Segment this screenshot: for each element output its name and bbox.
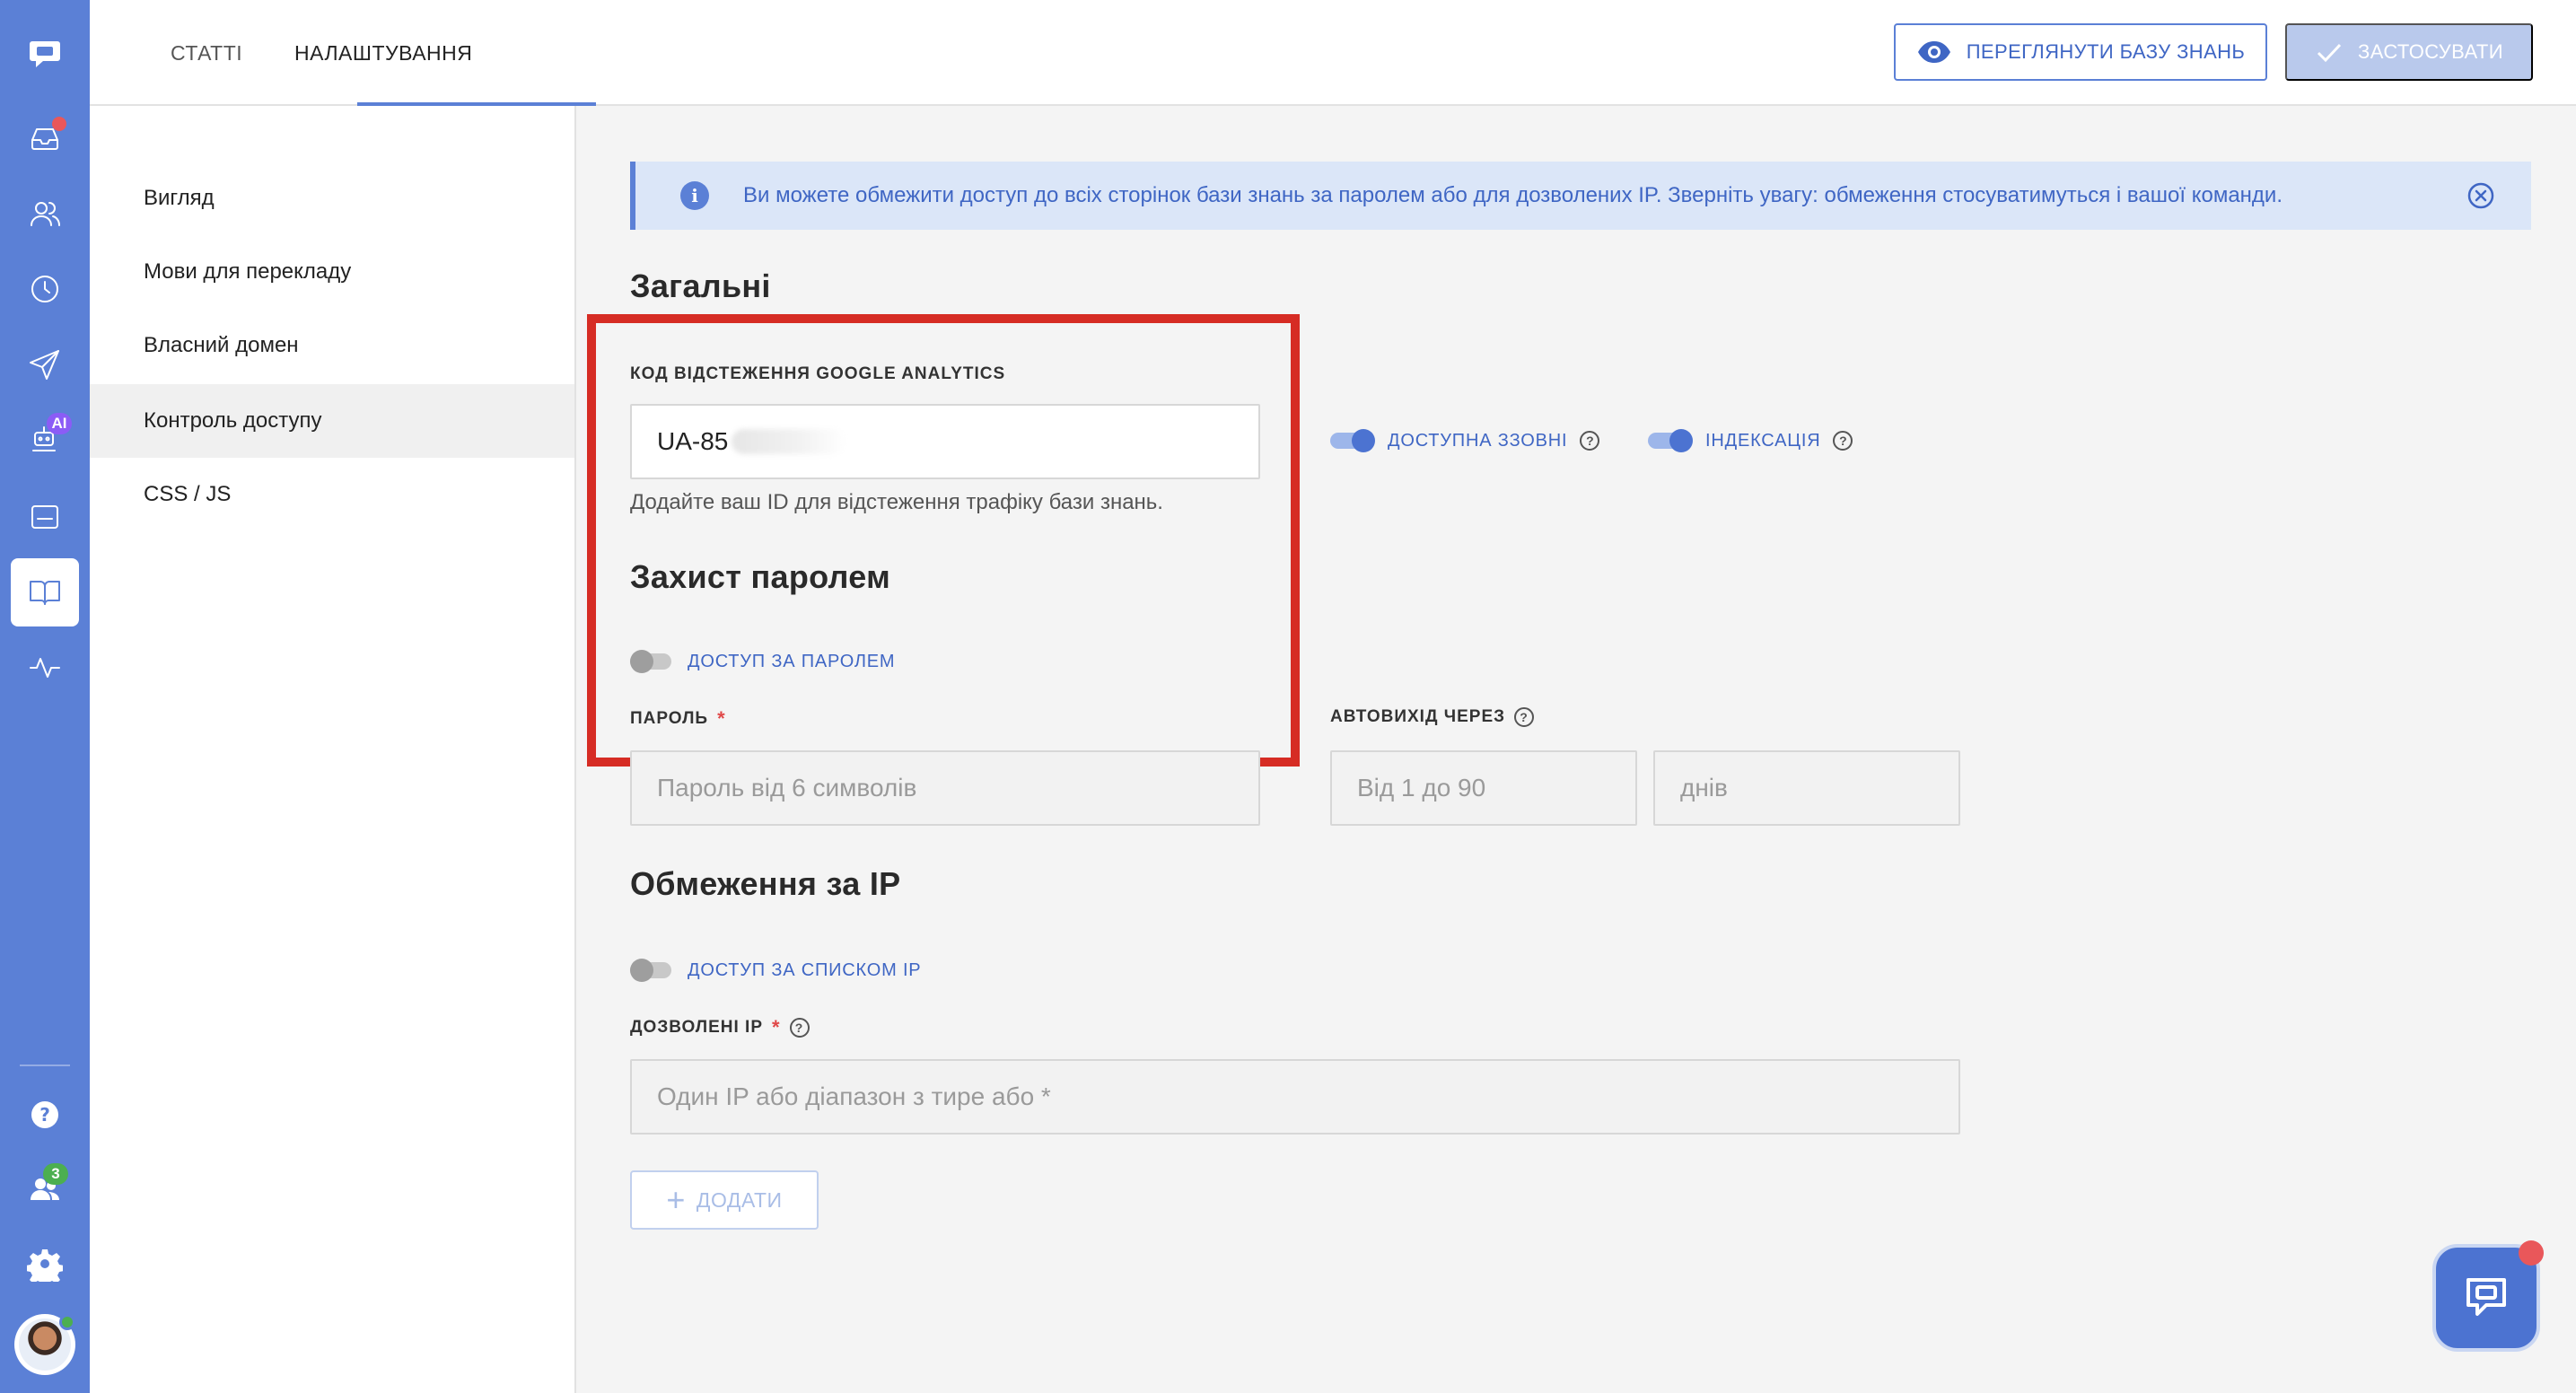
user-avatar[interactable]: [14, 1314, 75, 1375]
ga-tracking-input[interactable]: UA-85: [630, 404, 1260, 479]
preview-button-label: ПЕРЕГЛЯНУТИ БАЗУ ЗНАНЬ: [1966, 40, 2246, 63]
allowed-ip-label-text: ДОЗВОЛЕНІ IP: [630, 1018, 764, 1037]
autologout-label-text: АВТОВИХІД ЧЕРЕЗ: [1330, 707, 1506, 726]
help-icon[interactable]: ?: [1514, 707, 1535, 727]
help-icon[interactable]: ?: [1833, 431, 1853, 451]
close-icon[interactable]: [2466, 181, 2495, 210]
ip-access-label: ДОСТУП ЗА СПИСКОМ IP: [688, 959, 922, 980]
nav-item-appearance[interactable]: Вигляд: [90, 162, 574, 235]
nav-item-access-control[interactable]: Контроль доступу: [90, 384, 574, 458]
help-icon[interactable]: ?: [1580, 431, 1600, 451]
help-icon[interactable]: ?: [789, 1018, 810, 1038]
apply-button-label: ЗАСТОСУВАТИ: [2358, 40, 2503, 63]
widget-icon[interactable]: [11, 483, 79, 551]
days-label: днів: [1680, 774, 1728, 802]
preview-knowledge-base-button[interactable]: ПЕРЕГЛЯНУТИ БАЗУ ЗНАНЬ: [1894, 23, 2267, 81]
section-title-password: Захист паролем: [630, 558, 891, 595]
allowed-ip-label: ДОЗВОЛЕНІ IP * ?: [630, 1016, 810, 1039]
autologout-placeholder: Від 1 до 90: [1357, 774, 1486, 802]
check-icon: [2317, 43, 2342, 63]
knowledge-base-icon[interactable]: [11, 558, 79, 626]
days-field: днів: [1653, 750, 1960, 826]
rail-divider: [20, 1064, 70, 1066]
send-icon[interactable]: [11, 330, 79, 399]
password-placeholder: Пароль від 6 символів: [657, 774, 917, 802]
indexing-toggle-label: ІНДЕКСАЦІЯ: [1705, 430, 1821, 451]
info-banner-text: Ви можете обмежити доступ до всіх сторін…: [743, 183, 2282, 207]
main-content: i Ви можете обмежити доступ до всіх стор…: [576, 106, 2576, 1393]
notification-dot: [52, 117, 66, 131]
ai-badge: AI: [47, 413, 72, 434]
apply-button[interactable]: ЗАСТОСУВАТИ: [2285, 23, 2533, 81]
settings-gear-icon[interactable]: [11, 1230, 79, 1298]
icon-rail: AI ? 3: [0, 0, 90, 1393]
nav-item-custom-domain[interactable]: Власний домен: [90, 309, 574, 382]
autologout-label: АВТОВИХІД ЧЕРЕЗ ?: [1330, 707, 1535, 727]
password-label: ПАРОЛЬ *: [630, 707, 726, 731]
notification-dot: [2519, 1240, 2544, 1266]
password-access-label: ДОСТУП ЗА ПАРОЛЕМ: [688, 651, 896, 671]
allowed-ip-input[interactable]: Один IP або діапазон з тире або *: [630, 1059, 1960, 1135]
section-title-general: Загальні: [630, 267, 771, 304]
nav-item-css-js[interactable]: CSS / JS: [90, 458, 574, 531]
section-title-ip: Обмеження за IP: [630, 865, 901, 902]
app-root: AI ? 3 СТАТТІ НАЛАШТУВАННЯ ПЕРЕГЛЯНУТИ Б…: [0, 0, 2576, 1393]
top-bar: СТАТТІ НАЛАШТУВАННЯ ПЕРЕГЛЯНУТИ БАЗУ ЗНА…: [90, 0, 2576, 106]
required-mark: *: [772, 1016, 781, 1038]
users-icon[interactable]: [11, 180, 79, 248]
public-toggle[interactable]: [1330, 429, 1375, 452]
team-badge: 3: [43, 1163, 68, 1185]
analytics-icon[interactable]: [11, 634, 79, 702]
online-status-dot: [59, 1314, 75, 1330]
eye-icon: [1917, 41, 1950, 63]
team-icon[interactable]: 3: [11, 1154, 79, 1222]
password-toggle-row: ДОСТУП ЗА ПАРОЛЕМ: [630, 650, 895, 673]
password-input[interactable]: Пароль від 6 символів: [630, 750, 1260, 826]
indexing-toggle-row: ІНДЕКСАЦІЯ ?: [1648, 429, 1853, 452]
inbox-icon[interactable]: [11, 104, 79, 172]
allowed-ip-placeholder: Один IP або діапазон з тире або *: [657, 1082, 1051, 1110]
add-ip-button-label: ДОДАТИ: [696, 1187, 783, 1212]
ip-access-toggle[interactable]: [630, 959, 675, 982]
indexing-toggle[interactable]: [1648, 429, 1693, 452]
settings-nav: Вигляд Мови для перекладу Власний домен …: [90, 106, 576, 1393]
plus-icon: +: [666, 1181, 686, 1218]
nav-item-translation-languages[interactable]: Мови для перекладу: [90, 235, 574, 309]
autologout-input[interactable]: Від 1 до 90: [1330, 750, 1637, 826]
info-icon: i: [680, 181, 709, 210]
clock-icon[interactable]: [11, 255, 79, 323]
chat-bubble-icon: [2466, 1278, 2506, 1316]
password-access-toggle[interactable]: [630, 650, 675, 673]
add-ip-button[interactable]: + ДОДАТИ: [630, 1170, 819, 1230]
ai-bot-icon[interactable]: AI: [11, 406, 79, 474]
ga-label: КОД ВІДСТЕЖЕННЯ GOOGLE ANALYTICS: [630, 364, 1005, 384]
info-banner: i Ви можете обмежити доступ до всіх стор…: [630, 162, 2531, 230]
public-toggle-row: ДОСТУПНА ЗЗОВНІ ?: [1330, 429, 1600, 452]
chat-logo-icon[interactable]: [11, 20, 79, 88]
public-toggle-label: ДОСТУПНА ЗЗОВНІ: [1388, 430, 1568, 451]
ga-label-text: КОД ВІДСТЕЖЕННЯ GOOGLE ANALYTICS: [630, 364, 1006, 383]
ga-hint: Додайте ваш ID для відстеження трафіку б…: [630, 490, 1163, 514]
redacted-value: [732, 429, 847, 454]
help-icon[interactable]: ?: [11, 1081, 79, 1149]
chat-widget-button[interactable]: [2432, 1240, 2544, 1352]
tab-settings[interactable]: НАЛАШТУВАННЯ: [294, 0, 472, 106]
ip-toggle-row: ДОСТУП ЗА СПИСКОМ IP: [630, 959, 921, 982]
svg-text:?: ?: [39, 1104, 50, 1126]
tab-articles[interactable]: СТАТТІ: [171, 0, 242, 106]
password-label-text: ПАРОЛЬ: [630, 709, 709, 728]
required-mark: *: [717, 707, 726, 730]
ga-tracking-value: UA-85: [657, 427, 729, 455]
